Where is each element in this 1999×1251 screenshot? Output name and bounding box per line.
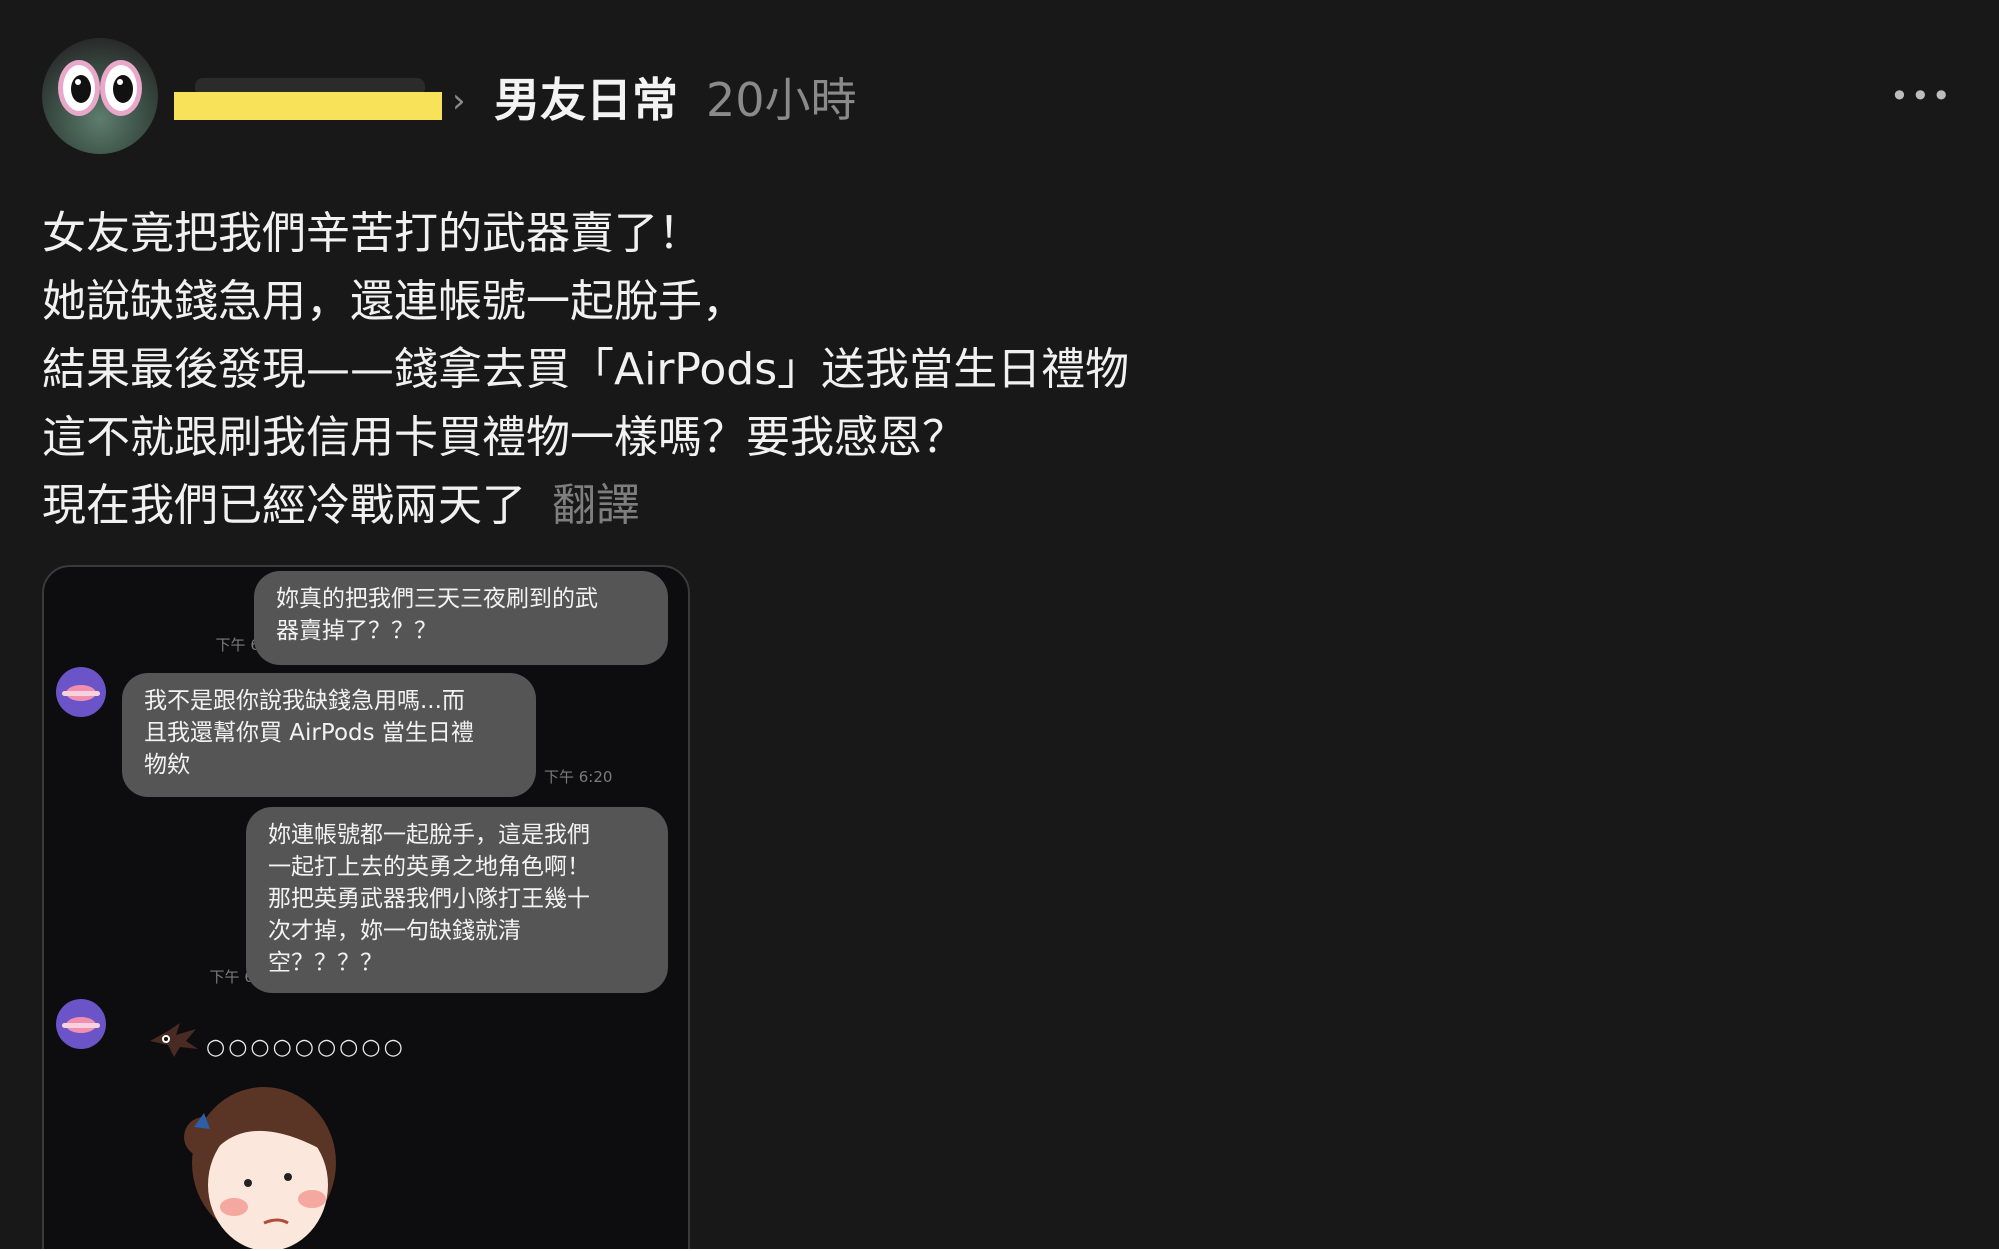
post-body-line: 女友竟把我們辛苦打的武器賣了！ [42, 208, 702, 259]
chat-bubble-line: 器賣掉了？？？ [276, 618, 437, 644]
avatar-eye-icon [100, 60, 142, 116]
post-body-line-text: 現在我們已經冷戰兩天了 [42, 480, 526, 531]
chat-bubble-line: 且我還幫你買 AirPods 當生日禮 [144, 720, 474, 746]
chat-bubble-outgoing: 妳真的把我們三天三夜刷到的武 器賣掉了？？？ [254, 571, 668, 665]
chat-bubble-line: 妳連帳號都一起脫手，這是我們 [268, 822, 590, 848]
girl-sticker-icon [184, 1087, 336, 1249]
message-meta: 下午 6:20 [544, 767, 654, 787]
crow-sticker-icon [150, 1023, 198, 1057]
more-options-icon[interactable]: ••• [1890, 80, 1953, 112]
topic-tag[interactable]: 男友日常 [494, 70, 678, 130]
chat-bubble-line: 妳真的把我們三天三夜刷到的武 [276, 586, 598, 612]
chevron-right-icon: › [452, 81, 466, 121]
chat-bubble-outgoing: 妳連帳號都一起脫手，這是我們 一起打上去的英勇之地角色啊！ 那把英勇武器我們小隊… [246, 807, 668, 993]
post-time: 20小時 [706, 73, 857, 127]
post-card: › 男友日常 20小時 ••• 女友竟把我們辛苦打的武器賣了！ 她說缺錢急用，還… [0, 0, 1999, 1249]
contact-avatar-icon [56, 999, 106, 1049]
post-body-line: 她說缺錢急用，還連帳號一起脫手， [42, 276, 746, 327]
post-body: 女友竟把我們辛苦打的武器賣了！ 她說缺錢急用，還連帳號一起脫手， 結果最後發現—… [42, 200, 1129, 540]
message-time: 下午 6:20 [544, 768, 613, 786]
chat-bubble-line: 我不是跟你說我缺錢急用嗎...而 [144, 688, 465, 714]
chat-bubble-line: 那把英勇武器我們小隊打王幾十 [268, 886, 590, 912]
chat-bubble-line: 次才掉，妳一句缺錢就清 [268, 918, 521, 944]
chat-bubble-line: 物欸 [144, 752, 190, 778]
username-redaction-bar[interactable] [174, 92, 442, 120]
post-body-line: 這不就跟刷我信用卡買禮物一樣嗎？要我感恩？ [42, 412, 966, 463]
user-avatar[interactable] [42, 38, 158, 154]
chat-bubble-line: 一起打上去的英勇之地角色啊！ [268, 854, 590, 880]
chat-screenshot-image[interactable]: 已讀 下午 6:19 妳真的把我們三天三夜刷到的武 器賣掉了？？？ 我不是跟你說… [42, 565, 690, 1249]
contact-avatar-icon [56, 667, 106, 717]
sticker-dots-text: ○○○○○○○○○ [206, 1035, 406, 1060]
translate-link[interactable]: 翻譯 [552, 480, 640, 531]
avatar-eye-icon [58, 60, 100, 116]
post-body-line: 結果最後發現——錢拿去買「AirPods」送我當生日禮物 [42, 344, 1130, 395]
chat-bubble-incoming: 我不是跟你說我缺錢急用嗎...而 且我還幫你買 AirPods 當生日禮 物欸 [122, 673, 536, 797]
post-body-line: 現在我們已經冷戰兩天了 翻譯 [42, 472, 1129, 540]
chat-bubble-line: 空？？？？ [268, 950, 383, 976]
